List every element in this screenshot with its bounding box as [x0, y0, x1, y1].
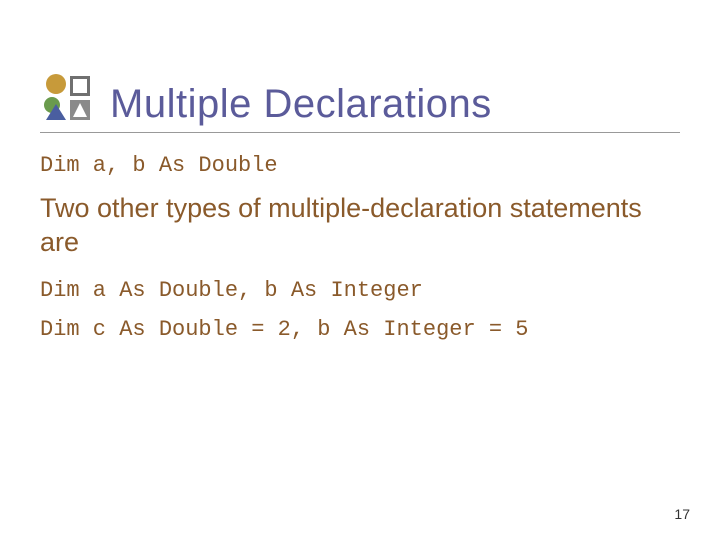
code-block-1: Dim a, b As Double: [40, 153, 680, 178]
slide-container: Multiple Declarations Dim a, b As Double…: [0, 0, 720, 540]
page-number: 17: [674, 506, 690, 522]
slide-title: Multiple Declarations: [110, 82, 492, 126]
code-block-2-line-2: Dim c As Double = 2, b As Integer = 5: [40, 317, 680, 342]
title-row: Multiple Declarations: [40, 70, 680, 133]
slide-icon: [40, 70, 96, 126]
code-block-2-line-1: Dim a As Double, b As Integer: [40, 278, 680, 303]
body-paragraph: Two other types of multiple-declaration …: [40, 192, 680, 260]
